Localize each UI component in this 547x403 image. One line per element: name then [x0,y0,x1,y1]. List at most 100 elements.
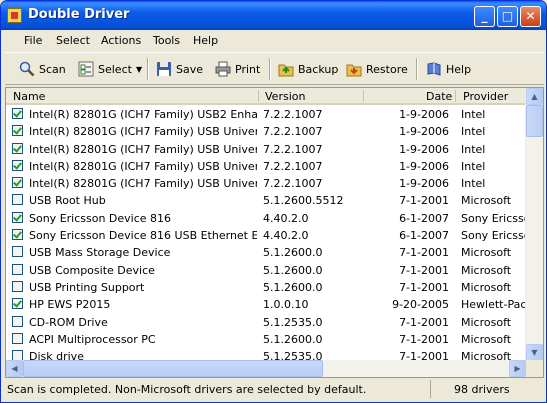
print-button[interactable]: Print [215,59,260,79]
scroll-up-button[interactable]: ▲ [526,88,543,105]
driver-date: 6-1-2007 [399,229,449,243]
horizontal-scrollbar[interactable]: ◀ ▶ [6,360,526,377]
driver-list[interactable]: Name Version Date Provider Intel(R) 8280… [5,87,544,378]
row-checkbox[interactable] [12,159,23,171]
scroll-left-button[interactable]: ◀ [6,360,23,377]
column-divider[interactable] [363,90,364,102]
driver-provider: Microsoft [461,194,512,208]
column-header-version[interactable]: Version [265,90,305,103]
driver-date: 7-1-2001 [399,280,449,294]
driver-date: 7-1-2001 [399,194,449,208]
row-checkbox[interactable] [12,229,23,241]
scroll-right-button[interactable]: ▶ [509,360,526,377]
title-bar[interactable]: Double Driver _ □ ✕ [1,1,546,30]
menu-select[interactable]: Select [56,34,90,47]
column-header-provider[interactable]: Provider [463,90,508,103]
table-row[interactable]: Intel(R) 82801G (ICH7 Family) USB Univer… [6,175,526,192]
table-row[interactable]: Intel(R) 82801G (ICH7 Family) USB2 Enhan… [6,106,526,123]
driver-provider: Intel [461,177,486,191]
column-divider[interactable] [455,90,456,102]
scan-button[interactable]: Scan [19,59,66,79]
maximize-button[interactable]: □ [497,6,518,27]
horizontal-scroll-thumb[interactable] [23,360,323,377]
table-row[interactable]: ACPI Multiprocessor PC 5.1.2600.0 7-1-2001… [6,331,526,348]
driver-date: 1-9-2006 [399,125,449,139]
table-row[interactable]: CD-ROM Drive 5.1.2535.0 7-1-2001 Microsoft [6,314,526,331]
dropdown-arrow-icon: ▼ [135,64,143,74]
column-divider[interactable] [258,90,259,102]
row-checkbox[interactable] [12,125,23,137]
menu-bar: File Select Actions Tools Help [5,31,544,51]
minimize-button[interactable]: _ [474,6,495,27]
restore-button[interactable]: Restore [346,59,408,79]
row-checkbox[interactable] [12,315,23,327]
vertical-scrollbar[interactable]: ▲ ▼ [525,88,543,361]
driver-date: 9-20-2005 [392,298,449,312]
driver-version: 5.1.2600.0 [263,263,323,277]
table-row[interactable]: Sony Ericsson Device 816 4.40.2.0 6-1-2007… [6,210,526,227]
toolbar-separator [147,58,149,80]
list-header: Name Version Date Provider [6,88,526,105]
driver-version: 7.2.2.1007 [263,159,323,173]
select-button[interactable]: Select ▼ [78,59,142,79]
driver-name: CD-ROM Drive [29,315,108,329]
row-checkbox[interactable] [12,177,23,189]
row-checkbox[interactable] [12,194,23,206]
close-button[interactable]: ✕ [520,6,541,27]
row-checkbox[interactable] [12,142,23,154]
driver-version: 1.0.0.10 [263,298,309,312]
driver-name: ACPI Multiprocessor PC [29,332,156,346]
backup-button[interactable]: Backup [278,59,338,79]
driver-date: 7-1-2001 [399,246,449,260]
menu-actions[interactable]: Actions [101,34,141,47]
driver-name: Intel(R) 82801G (ICH7 Family) USB Univer… [29,177,257,191]
column-header-name[interactable]: Name [13,90,45,103]
driver-provider: Microsoft [461,315,512,329]
driver-date: 7-1-2001 [399,332,449,346]
save-button[interactable]: Save [156,59,203,79]
row-checkbox[interactable] [12,211,23,223]
restore-folder-icon [346,61,362,77]
scroll-down-button[interactable]: ▼ [526,344,543,361]
backup-folder-icon [278,61,294,77]
table-row[interactable]: Intel(R) 82801G (ICH7 Family) USB Univer… [6,158,526,175]
driver-version: 5.1.2600.0 [263,280,323,294]
table-row[interactable]: USB Mass Storage Device 5.1.2600.0 7-1-200… [6,244,526,261]
menu-tools[interactable]: Tools [153,34,180,47]
table-row[interactable]: Intel(R) 82801G (ICH7 Family) USB Univer… [6,141,526,158]
driver-provider: Microsoft [461,332,512,346]
menu-file[interactable]: File [24,34,42,47]
table-row[interactable]: USB Printing Support 5.1.2600.0 7-1-2001 Mi… [6,279,526,296]
row-checkbox[interactable] [12,108,23,119]
driver-name: Intel(R) 82801G (ICH7 Family) USB2 Enhan… [29,108,257,121]
driver-count: 98 drivers [454,383,510,396]
menu-help[interactable]: Help [193,34,218,47]
table-row[interactable]: USB Root Hub 5.1.2600.5512 7-1-2001 Microso… [6,192,526,209]
row-checkbox[interactable] [12,246,23,258]
driver-version: 5.1.2600.5512 [263,194,344,208]
table-row[interactable]: Intel(R) 82801G (ICH7 Family) USB Univer… [6,123,526,140]
maximize-icon: □ [501,9,514,23]
table-row[interactable]: HP EWS P2015 1.0.0.10 9-20-2005 Hewlett-Pac… [6,296,526,313]
row-checkbox[interactable] [12,332,23,344]
driver-date: 1-9-2006 [399,177,449,191]
table-row[interactable]: Sony Ericsson Device 816 USB Ethernet Em… [6,227,526,244]
column-header-date[interactable]: Date [426,90,452,103]
driver-provider: Intel [461,159,486,173]
driver-date: 7-1-2001 [399,263,449,277]
table-row[interactable]: USB Composite Device 5.1.2600.0 7-1-2001 Mi… [6,262,526,279]
driver-date: 6-1-2007 [399,211,449,225]
row-checkbox[interactable] [12,280,23,292]
vertical-scroll-thumb[interactable] [526,105,543,137]
floppy-disk-icon [156,61,172,77]
help-button[interactable]: Help [426,59,471,79]
driver-provider: Microsoft [461,263,512,277]
driver-name: USB Root Hub [29,194,106,208]
row-checkbox[interactable] [12,263,23,275]
toolbar: Scan Select ▼ Save Print Backup Restore … [5,52,544,85]
driver-name: USB Composite Device [29,263,155,277]
driver-version: 5.1.2600.0 [263,332,323,346]
scrollbar-corner [526,360,543,377]
row-checkbox[interactable] [12,298,23,310]
magnifier-icon [19,61,35,77]
